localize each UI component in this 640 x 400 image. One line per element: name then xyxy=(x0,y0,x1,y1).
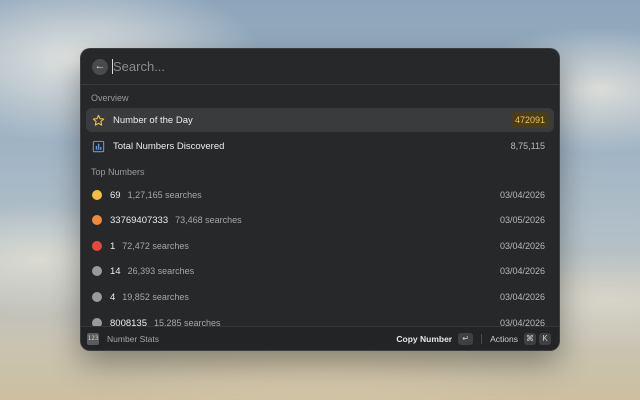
search-count: 73,468 searches xyxy=(175,215,242,225)
k-key-icon: K xyxy=(539,332,551,345)
actions-button[interactable]: Actions xyxy=(490,334,518,344)
list-item-number-of-the-day[interactable]: Number of the Day 472091 xyxy=(86,108,554,132)
number-label: 4 xyxy=(110,291,116,303)
search-count: 26,393 searches xyxy=(127,266,195,276)
search-count: 19,852 searches xyxy=(122,292,189,302)
date-label: 03/04/2026 xyxy=(499,241,545,251)
dot-icon xyxy=(92,266,102,276)
item-value: 8,75,115 xyxy=(510,141,545,151)
action-bar: 123 Number Stats Copy Number ↵ Actions ⌘… xyxy=(81,326,559,350)
item-title: Total Numbers Discovered xyxy=(113,140,225,152)
dot-icon xyxy=(92,292,102,302)
date-label: 03/04/2026 xyxy=(499,190,545,200)
copy-number-button[interactable]: Copy Number xyxy=(396,334,452,344)
divider xyxy=(481,333,483,344)
number-label: 33769407333 xyxy=(110,214,169,226)
search-count: 1,27,165 searches xyxy=(127,190,202,200)
list-item-total-numbers[interactable]: Total Numbers Discovered 8,75,115 xyxy=(86,134,554,158)
list-item[interactable]: 14 26,393 searches 03/04/2026 xyxy=(86,259,554,283)
search-bar: ← xyxy=(81,49,559,85)
search-count: 72,472 searches xyxy=(122,241,189,251)
launcher-window: ← Overview Number of the Day 472091 Tota… xyxy=(80,48,560,351)
number-label: 1 xyxy=(110,240,116,252)
list-item[interactable]: 69 1,27,165 searches 03/04/2026 xyxy=(86,183,554,207)
search-input[interactable] xyxy=(113,59,493,74)
number-label: 14 xyxy=(110,265,121,277)
star-icon xyxy=(91,113,105,127)
dot-icon xyxy=(92,215,102,225)
date-label: 03/04/2026 xyxy=(499,292,545,302)
extension-name: Number Stats xyxy=(107,333,159,344)
extension-icon: 123 xyxy=(87,332,99,345)
section-header-top-numbers: Top Numbers xyxy=(91,167,145,177)
list-item[interactable]: 4 19,852 searches 03/04/2026 xyxy=(86,285,554,309)
section-header-overview: Overview xyxy=(91,93,129,103)
command-key-icon: ⌘ xyxy=(524,332,536,345)
back-button[interactable]: ← xyxy=(92,58,108,75)
number-badge: 472091 xyxy=(510,112,549,128)
list-item[interactable]: 1 72,472 searches 03/04/2026 xyxy=(86,234,554,258)
number-label: 69 xyxy=(110,189,121,201)
list-item[interactable]: 33769407333 73,468 searches 03/05/2026 xyxy=(86,208,554,232)
dot-icon xyxy=(92,241,102,251)
bar-chart-icon xyxy=(91,139,105,153)
date-label: 03/05/2026 xyxy=(499,215,545,225)
item-title: Number of the Day xyxy=(113,114,193,126)
dot-icon xyxy=(92,190,102,200)
arrow-left-icon: ← xyxy=(94,60,106,72)
date-label: 03/04/2026 xyxy=(499,266,545,276)
enter-key-icon: ↵ xyxy=(458,332,474,345)
